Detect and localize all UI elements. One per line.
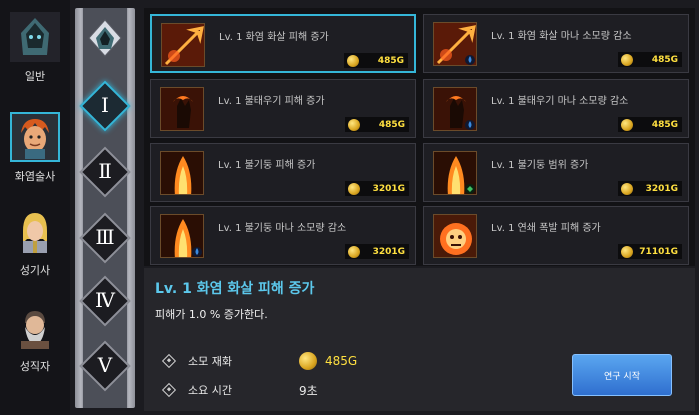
skill-name: Lv. 1 불태우기 마나 소모량 감소 [491,96,629,107]
cost-bar: 485G [345,117,409,132]
class-label: 성직자 [19,360,51,373]
cost-label: 소모 재화 [188,355,232,368]
gold-coin-icon [621,182,633,195]
class-label: 일반 [24,70,46,83]
hooded-emblem-icon [85,18,125,58]
skill-name: Lv. 1 불기둥 범위 증가 [491,160,589,171]
skill-grid: Lv. 1 화염 화살 피해 증가 485G Lv. 1 화염 화살 마나 소모… [144,8,695,266]
cost-bar: 71101G [618,244,682,259]
cost-bar: 3201G [345,244,409,259]
class-label: 화염술사 [14,170,56,183]
cost-bar: 3201G [618,181,682,196]
skill-cost: 485G [651,119,678,130]
class-tab-paladin[interactable]: 성기사 [4,200,66,290]
skill-cost: 3201G [372,246,405,257]
hooded-mage-portrait-icon [10,12,60,62]
gold-coin-icon [348,182,360,195]
skill-detail-panel: Lv. 1 화염 화살 피해 증가 피해가 1.0 % 증가한다. 소모 재화 … [144,268,695,411]
tier-3-label: Ⅲ [95,225,115,249]
class-tab-fire-mage[interactable]: 화염술사 [4,106,66,196]
skill-card[interactable]: Lv. 1 불태우기 마나 소모량 감소 485G [423,79,689,138]
fire-pillar-icon [433,151,477,195]
gold-coin-icon [348,118,360,131]
skill-cost: 485G [651,54,678,65]
skill-card[interactable]: Lv. 1 불태우기 피해 증가 485G [150,79,416,138]
cost-bar: 485G [618,117,682,132]
gold-coin-icon [347,54,359,67]
fire-pillar-icon [160,151,204,195]
skill-name: Lv. 1 불태우기 피해 증가 [218,96,325,107]
cost-bar: 3201G [345,181,409,196]
class-label: 성기사 [19,264,51,277]
skill-card[interactable]: Lv. 1 연쇄 폭발 피해 증가 71101G [423,206,689,265]
gold-coin-icon [621,245,633,258]
skill-cost: 3201G [372,183,405,194]
gold-coin-icon [621,53,633,66]
cost-bar: 485G [618,52,682,67]
cost-row: 소모 재화 485G [161,352,464,370]
tier-5-label: Ⅴ [97,353,113,377]
priest-portrait-icon [10,302,60,352]
gold-coin-icon [299,352,317,370]
fire-arrow-icon [161,23,205,67]
skill-card[interactable]: Lv. 1 불기둥 마나 소모량 감소 3201G [150,206,416,265]
gold-coin-icon [348,245,360,258]
skill-cost: 3201G [645,183,678,194]
class-tab-priest[interactable]: 성직자 [4,296,66,386]
class-sidebar: 일반 화염술사 성기사 성직자 [0,0,70,415]
detail-title: Lv. 1 화염 화살 피해 증가 [155,281,315,297]
skill-card[interactable]: Lv. 1 불기둥 범위 증가 3201G [423,143,689,202]
cost-value: 485G [325,354,358,368]
chain-explosion-icon [433,214,477,258]
diamond-bullet-icon [161,382,177,398]
tier-1-label: Ⅰ [101,93,109,117]
skill-name: Lv. 1 화염 화살 피해 증가 [219,32,329,43]
diamond-bullet-icon [161,353,177,369]
skill-card[interactable]: Lv. 1 화염 화살 마나 소모량 감소 485G [423,14,689,73]
paladin-portrait-icon [10,206,60,256]
fire-pillar-icon [160,214,204,258]
skill-card[interactable]: Lv. 1 불기둥 피해 증가 3201G [150,143,416,202]
time-row: 소요 시간 9초 [161,382,464,398]
cost-bar: 485G [344,53,408,68]
skill-cost: 485G [378,119,405,130]
fire-mage-portrait-icon [10,112,60,162]
tier-4-label: Ⅳ [95,288,115,312]
time-value: 9초 [299,383,318,398]
gold-coin-icon [621,118,633,131]
skill-name: Lv. 1 화염 화살 마나 소모량 감소 [491,31,632,42]
start-research-button[interactable]: 연구 시작 [572,354,672,396]
burn-hand-icon [160,87,204,131]
cost-value-group: 485G [299,352,357,370]
skill-cost: 71101G [639,246,678,257]
detail-description: 피해가 1.0 % 증가한다. [155,308,268,321]
class-tab-general[interactable]: 일반 [4,6,66,96]
burn-hand-icon [433,87,477,131]
tier-2-label: Ⅱ [98,159,112,183]
time-label: 소요 시간 [188,384,232,397]
skill-name: Lv. 1 불기둥 피해 증가 [218,160,316,171]
tier-column: Ⅰ Ⅱ Ⅲ Ⅳ Ⅴ [75,8,135,408]
skill-name: Lv. 1 불기둥 마나 소모량 감소 [218,223,347,234]
skill-name: Lv. 1 연쇄 폭발 피해 증가 [491,223,601,234]
fire-arrow-icon [433,22,477,66]
skill-cost: 485G [377,55,404,66]
skill-card[interactable]: Lv. 1 화염 화살 피해 증가 485G [150,14,416,73]
